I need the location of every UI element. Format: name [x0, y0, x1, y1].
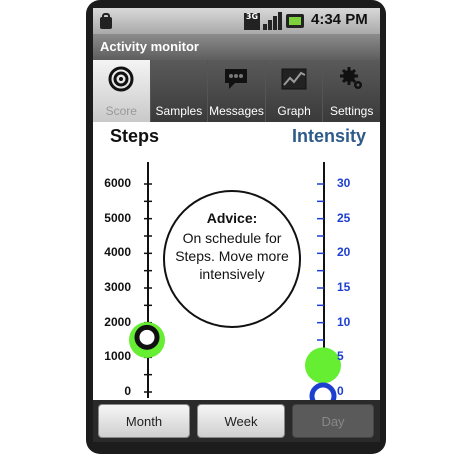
intensity-target-marker — [305, 347, 341, 384]
tab-messages[interactable]: Messages — [207, 60, 265, 122]
steps-scale-label: 6000 — [104, 176, 131, 190]
period-bar: Month Week Day — [93, 400, 380, 442]
month-button[interactable]: Month — [98, 404, 190, 438]
tab-graph[interactable]: Graph — [264, 60, 323, 122]
steps-current-marker — [134, 324, 160, 350]
status-bar: 3G 4:34 PM — [93, 8, 380, 34]
tab-settings[interactable]: Settings — [322, 60, 380, 122]
advice-text: On schedule for Steps. Move more intensi… — [175, 230, 289, 282]
steps-scale-label: 4000 — [104, 245, 131, 260]
screen: 3G 4:34 PM Activity monitor Score Sample… — [93, 8, 380, 442]
advice-bubble: Advice: On schedule for Steps. Move more… — [163, 190, 301, 328]
battery-icon — [286, 14, 304, 28]
tab-label: Messages — [209, 104, 264, 118]
chat-bubble-icon — [225, 69, 248, 89]
tab-score[interactable]: Score — [93, 60, 150, 122]
gears-icon — [339, 67, 362, 89]
intensity-scale-label: 15 — [337, 280, 351, 294]
advice-title: Advice: — [206, 210, 258, 226]
steps-scale-label: 3000 — [104, 280, 131, 294]
intensity-scale-label: 20 — [337, 245, 351, 260]
tab-bar: Score Samples Messages Graph Settings — [93, 60, 380, 122]
tab-label: Settings — [329, 104, 374, 118]
steps-scale-label: 5000 — [104, 210, 131, 225]
network-label: 3G — [245, 12, 259, 21]
steps-scale-label: 1000 — [104, 349, 131, 364]
intensity-scale-label: 10 — [337, 314, 351, 329]
intensity-scale-label: 0 — [337, 384, 344, 398]
signal-icon — [263, 12, 283, 30]
score-panel: Steps Intensity 6000 5000 4000 3000 2000… — [93, 122, 380, 400]
tab-label: Samples — [155, 104, 203, 118]
storage-icon — [99, 13, 113, 29]
steps-scale-label: 2000 — [104, 314, 131, 329]
target-icon — [108, 66, 134, 92]
app-title: Activity monitor — [93, 34, 380, 60]
graph-icon — [281, 68, 307, 90]
tab-samples[interactable]: Samples — [149, 60, 208, 122]
intensity-scale-label: 30 — [337, 176, 351, 190]
3g-icon: 3G — [244, 13, 260, 30]
intensity-current-marker — [309, 382, 337, 400]
status-time: 4:34 PM — [311, 11, 368, 28]
steps-scale-label: 0 — [124, 384, 131, 398]
tab-label: Graph — [277, 104, 311, 118]
intensity-scale-label: 25 — [337, 210, 351, 225]
intensity-scale-label: 5 — [337, 349, 344, 364]
week-button[interactable]: Week — [197, 404, 285, 438]
tab-label: Score — [105, 104, 137, 118]
day-button[interactable]: Day — [292, 404, 374, 438]
